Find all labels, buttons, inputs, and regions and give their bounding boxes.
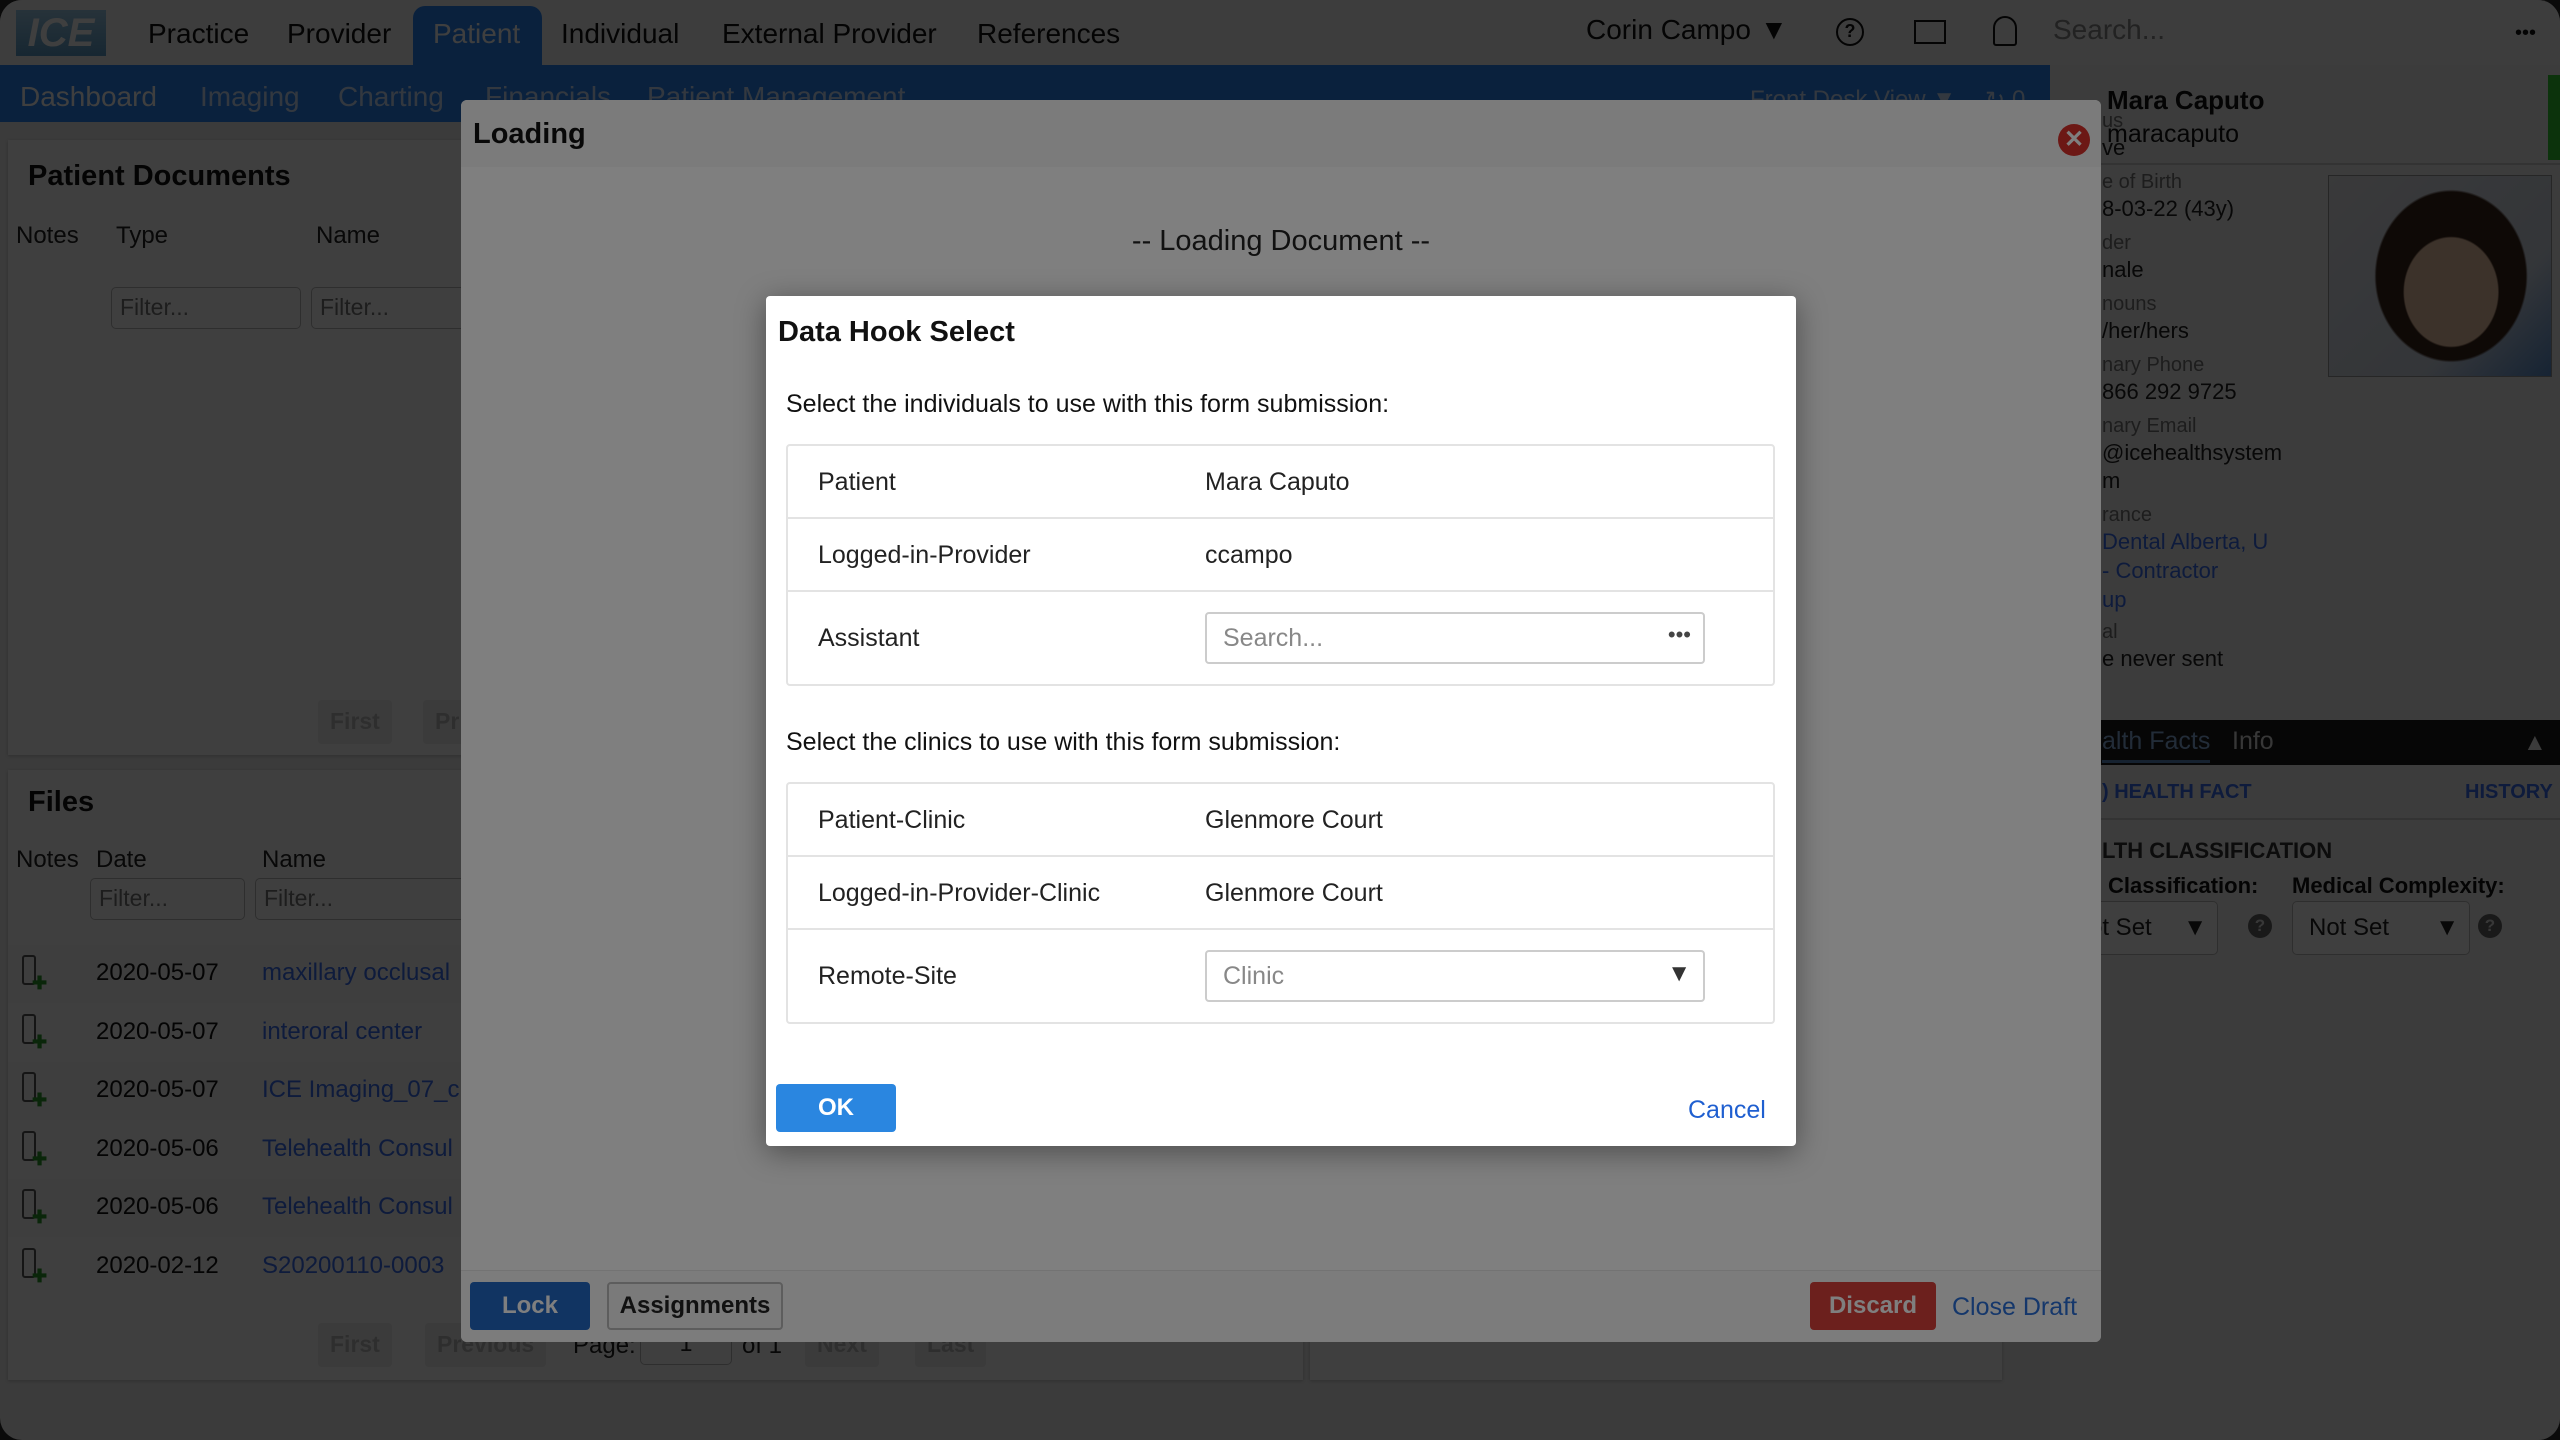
table-row: Patient-Clinic Glenmore Court bbox=[788, 784, 1773, 857]
table-row: Remote-Site Clinic ▼ bbox=[788, 930, 1773, 1024]
data-hook-dialog: Data Hook Select Select the individuals … bbox=[766, 296, 1796, 1146]
ok-button[interactable]: OK bbox=[776, 1084, 896, 1132]
table-row: Assistant Search... ••• bbox=[788, 592, 1773, 686]
row-value: Mara Caputo bbox=[1205, 468, 1350, 496]
table-row: Patient Mara Caputo bbox=[788, 446, 1773, 519]
assistant-search-input[interactable]: Search... ••• bbox=[1205, 612, 1705, 664]
chevron-down-icon: ▼ bbox=[1667, 960, 1691, 987]
row-label: Remote-Site bbox=[818, 962, 957, 990]
row-label: Assistant bbox=[818, 624, 920, 652]
table-row: Logged-in-Provider-Clinic Glenmore Court bbox=[788, 857, 1773, 930]
row-label: Logged-in-Provider bbox=[818, 541, 1031, 569]
table-row: Logged-in-Provider ccampo bbox=[788, 519, 1773, 592]
clinics-prompt: Select the clinics to use with this form… bbox=[786, 728, 1341, 756]
search-placeholder: Search... bbox=[1223, 624, 1324, 652]
remote-site-select[interactable]: Clinic ▼ bbox=[1205, 950, 1705, 1002]
individuals-prompt: Select the individuals to use with this … bbox=[786, 390, 1390, 418]
row-value: Glenmore Court bbox=[1205, 806, 1383, 834]
clinics-table: Patient-Clinic Glenmore Court Logged-in-P… bbox=[786, 782, 1775, 1024]
cancel-link[interactable]: Cancel bbox=[1688, 1096, 1766, 1125]
dialog-title: Data Hook Select bbox=[778, 316, 1015, 348]
row-value: Glenmore Court bbox=[1205, 879, 1383, 907]
row-label: Patient-Clinic bbox=[818, 806, 966, 834]
more-icon[interactable]: ••• bbox=[1668, 622, 1691, 648]
select-placeholder: Clinic bbox=[1223, 962, 1285, 990]
individuals-table: Patient Mara Caputo Logged-in-Provider cca… bbox=[786, 444, 1775, 686]
row-value: ccampo bbox=[1205, 541, 1293, 569]
row-label: Patient bbox=[818, 468, 896, 496]
row-label: Logged-in-Provider-Clinic bbox=[818, 879, 1101, 907]
